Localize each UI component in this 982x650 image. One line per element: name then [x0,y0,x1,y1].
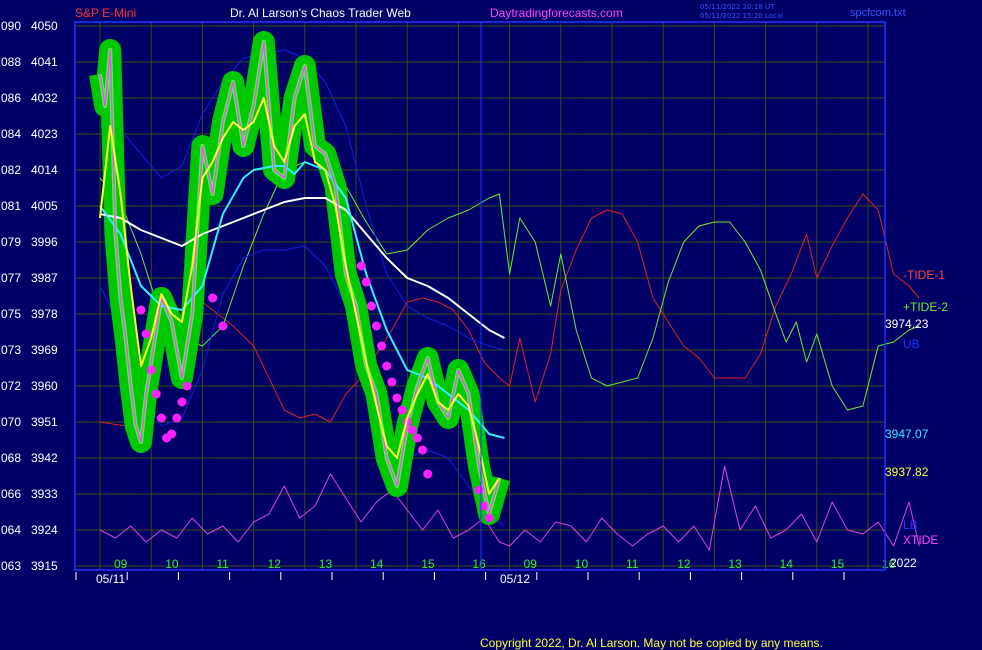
y-tick-label-left: 070 [1,415,21,429]
turn-marker [208,293,218,303]
turn-marker [392,393,402,403]
date-label: 05/11 [96,572,125,586]
turn-marker [371,321,381,331]
y-tick-label-right: 4023 [31,127,58,141]
x-tick-label: 14 [370,557,384,571]
date-label: 05/12 [500,572,530,586]
y-tick-label-right: 3951 [31,415,58,429]
y-tick-label-right: 3987 [31,271,58,285]
y-tick-label-left: 082 [1,163,21,177]
turn-marker [356,261,366,271]
right-label: 3974.23 [885,317,929,331]
right-label: XTIDE [903,533,938,547]
x-tick-label: 09 [114,557,128,571]
y-tick-label-right: 4032 [31,91,58,105]
y-tick-label-right: 4014 [31,163,58,177]
turn-marker [418,445,428,455]
y-tick-label-right: 4005 [31,199,58,213]
copyright: Copyright 2022, Dr. Al Larson. May not b… [480,636,823,650]
y-tick-label-left: 072 [1,379,21,393]
y-tick-label-left: 086 [1,91,21,105]
turn-marker [474,485,484,495]
turn-marker [366,301,376,311]
timestamp-ut: 05/11/2022 20:18 UT [700,3,775,11]
y-tick-label-left: 075 [1,307,21,321]
turn-marker [136,305,146,315]
x-tick-label: 10 [165,557,179,571]
y-tick-label-left: 081 [1,199,21,213]
x-tick-label: 11 [626,557,639,571]
turn-marker [412,433,422,443]
x-tick-label: 16 [472,557,486,571]
turn-marker [141,329,151,339]
y-tick-label-left: 066 [1,487,21,501]
x-tick-label: 10 [575,557,589,571]
x-tick-label: 09 [524,557,538,571]
turn-marker [182,381,192,391]
y-tick-label-right: 3924 [31,523,58,537]
turn-marker [377,341,387,351]
turn-marker [407,425,417,435]
turn-marker [361,277,371,287]
x-tick-label: 14 [780,557,794,571]
year-label: 2022 [890,556,917,570]
chart: S&P E-Mini Dr. Al Larson's Chaos Trader … [0,0,982,650]
timestamp-local: 05/11/2022 15:20 Local [700,12,783,20]
right-label: 3937.82 [885,465,929,479]
turn-marker [218,321,228,331]
right-label: UB [903,337,920,351]
x-tick-label: 13 [728,557,742,571]
turn-marker [156,413,166,423]
x-tick-label: 11 [216,557,229,571]
turn-marker [151,389,161,399]
y-tick-label-left: 079 [1,235,21,249]
y-tick-label-left: 068 [1,451,21,465]
data-filename: spcfcom.txt [850,7,906,19]
right-label: 3947.07 [885,427,929,441]
y-tick-label-right: 3942 [31,451,58,465]
symbol-label: S&P E-Mini [75,6,136,20]
turn-marker [146,365,156,375]
site-url[interactable]: Daytradingforecasts.com [490,6,623,20]
x-tick-label: 13 [319,557,333,571]
x-tick-label: 15 [831,557,845,571]
turn-marker [387,377,397,387]
y-tick-label-left: 064 [1,523,21,537]
turn-marker [423,469,433,479]
site-title: Dr. Al Larson's Chaos Trader Web [230,6,411,20]
turn-marker [397,405,407,415]
x-tick-label: 15 [421,557,435,571]
y-tick-label-left: 090 [1,19,21,33]
y-tick-label-right: 3960 [31,379,58,393]
y-tick-label-left: 073 [1,343,21,357]
y-tick-label-left: 063 [1,559,21,573]
y-tick-label-left: 088 [1,55,21,69]
turn-marker [167,429,177,439]
right-label: +TIDE-2 [903,300,948,314]
turn-marker [382,361,392,371]
y-tick-label-right: 3933 [31,487,58,501]
turn-marker [484,513,494,523]
y-tick-label-right: 3978 [31,307,58,321]
x-tick-label: 12 [677,557,691,571]
y-tick-label-right: 4050 [31,19,58,33]
turn-marker [172,413,182,423]
y-tick-label-left: 084 [1,127,21,141]
right-label: -TIDE-1 [903,268,945,282]
y-tick-label-right: 3996 [31,235,58,249]
turn-marker [177,397,187,407]
y-tick-label-left: 077 [1,271,21,285]
right-label: LB [903,518,918,532]
y-tick-label-right: 4041 [31,55,58,69]
x-tick-label: 12 [268,557,282,571]
y-tick-label-right: 3969 [31,343,58,357]
y-tick-label-right: 3915 [31,559,58,573]
